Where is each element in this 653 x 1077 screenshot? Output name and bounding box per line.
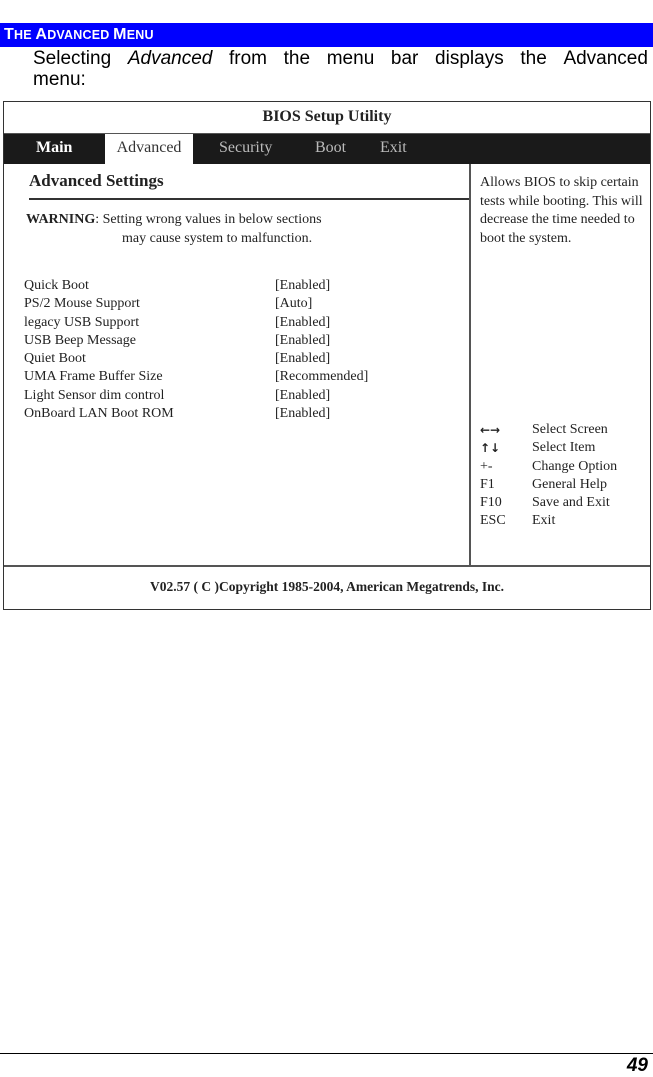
intro-word: from xyxy=(229,48,267,69)
section-header-bar: THE ADVANCED MENU xyxy=(0,23,653,47)
setting-label: UMA Frame Buffer Size xyxy=(24,369,163,385)
warning-text: WARNING: Setting wrong values in below s… xyxy=(26,210,322,248)
tab-security[interactable]: Security xyxy=(219,134,272,164)
intro-word: menu xyxy=(326,48,375,69)
section-title-part: ENU xyxy=(126,28,154,42)
section-title-part: HE xyxy=(13,28,36,42)
key-description: General Help xyxy=(532,476,608,492)
key-description: Select Screen xyxy=(532,422,608,437)
setting-value[interactable]: [Enabled] xyxy=(275,277,330,295)
bios-screenshot: BIOS Setup Utility Main Advanced Securit… xyxy=(3,101,651,610)
setting-row-onboard-lan[interactable]: OnBoard LAN Boot ROM [Enabled] xyxy=(24,405,464,423)
tab-boot[interactable]: Boot xyxy=(315,134,346,164)
intro-paragraph: Selecting Advanced from the menu bar dis… xyxy=(33,48,648,90)
setting-row-quick-boot[interactable]: Quick Boot [Enabled] xyxy=(24,277,464,295)
section-title-part: DVANCED xyxy=(47,28,114,42)
settings-heading: Advanced Settings xyxy=(29,171,164,190)
warning-line-1: : Setting wrong values in below sections xyxy=(95,212,322,227)
intro-word: the xyxy=(283,48,311,69)
bios-copyright-footer: V02.57 ( C )Copyright 1985-2004, America… xyxy=(4,565,650,611)
setting-label: OnBoard LAN Boot ROM xyxy=(24,406,174,422)
key-legend: ←→ Select Screen ↑↓ Select Item +- Change O… xyxy=(480,421,650,531)
key-legend-item: ↑↓ Select Item xyxy=(480,439,650,457)
panel-divider xyxy=(469,164,471,565)
setting-value[interactable]: [Enabled] xyxy=(275,405,330,423)
setting-value[interactable]: [Auto] xyxy=(275,295,312,313)
key-description: Change Option xyxy=(532,458,618,474)
key-legend-item: F10 Save and Exit xyxy=(480,494,650,512)
key-legend-item: ←→ Select Screen xyxy=(480,421,650,439)
key-name: ESC xyxy=(480,513,506,529)
intro-line-1: Selecting Advanced from the menu bar dis… xyxy=(33,48,648,69)
intro-word: Advanced xyxy=(563,48,648,69)
page-number: 49 xyxy=(626,1055,648,1076)
section-title-part: T xyxy=(4,26,14,43)
section-title-part: A xyxy=(35,26,48,43)
setting-label: Light Sensor dim control xyxy=(24,387,165,403)
tab-exit[interactable]: Exit xyxy=(380,134,407,164)
setting-value[interactable]: [Enabled] xyxy=(275,387,330,405)
setting-value[interactable]: [Recommended] xyxy=(275,368,368,386)
bios-menu-bar: Main Advanced Security Boot Exit xyxy=(4,134,650,166)
help-text: Allows BIOS to skip certain tests while … xyxy=(480,175,643,246)
key-description: Save and Exit xyxy=(532,495,610,511)
intro-line-2: menu: xyxy=(33,69,86,90)
key-legend-item: ESC Exit xyxy=(480,512,650,530)
setting-value[interactable]: [Enabled] xyxy=(275,350,330,368)
setting-label: PS/2 Mouse Support xyxy=(24,296,140,312)
setting-row-uma-frame-buffer[interactable]: UMA Frame Buffer Size [Recommended] xyxy=(24,368,464,386)
key-legend-item: F1 General Help xyxy=(480,476,650,494)
setting-row-light-sensor[interactable]: Light Sensor dim control [Enabled] xyxy=(24,387,464,405)
setting-row-ps2-mouse[interactable]: PS/2 Mouse Support [Auto] xyxy=(24,295,464,313)
settings-list: Quick Boot [Enabled] PS/2 Mouse Support [A… xyxy=(24,277,464,423)
setting-row-usb-beep[interactable]: USB Beep Message [Enabled] xyxy=(24,332,464,350)
key-name: F1 xyxy=(480,476,495,492)
warning-label: WARNING xyxy=(26,212,96,227)
intro-word: displays xyxy=(435,48,504,69)
key-description: Select Item xyxy=(532,440,596,456)
bios-title: BIOS Setup Utility xyxy=(4,102,650,134)
warning-line-2: may cause system to malfunction. xyxy=(122,231,313,246)
setting-value[interactable]: [Enabled] xyxy=(275,314,330,332)
tab-main[interactable]: Main xyxy=(36,134,72,164)
setting-label: Quick Boot xyxy=(24,278,89,293)
intro-word: bar xyxy=(390,48,419,69)
section-title-part: M xyxy=(113,26,127,43)
up-down-arrows-icon: ↑↓ xyxy=(480,441,501,456)
intro-word: the xyxy=(520,48,547,69)
intro-word-emphasis: Advanced xyxy=(127,48,213,69)
key-legend-item: +- Change Option xyxy=(480,458,650,476)
left-right-arrows-icon: ←→ xyxy=(480,423,501,437)
heading-divider xyxy=(29,198,469,200)
plus-minus-icon: +- xyxy=(480,458,493,474)
settings-panel: Advanced Settings WARNING: Setting wrong… xyxy=(4,164,469,565)
setting-label: USB Beep Message xyxy=(24,332,136,348)
setting-row-legacy-usb[interactable]: legacy USB Support [Enabled] xyxy=(24,314,464,332)
key-name: F10 xyxy=(480,495,502,511)
section-title: THE ADVANCED MENU xyxy=(4,26,154,44)
intro-word: Selecting xyxy=(33,48,112,69)
setting-label: Quiet Boot xyxy=(24,351,86,367)
setting-label: legacy USB Support xyxy=(24,314,140,330)
setting-value[interactable]: [Enabled] xyxy=(275,332,330,350)
tab-advanced[interactable]: Advanced xyxy=(105,134,193,166)
page-footer-rule xyxy=(0,1053,653,1054)
setting-row-quiet-boot[interactable]: Quiet Boot [Enabled] xyxy=(24,350,464,368)
key-description: Exit xyxy=(532,513,556,529)
